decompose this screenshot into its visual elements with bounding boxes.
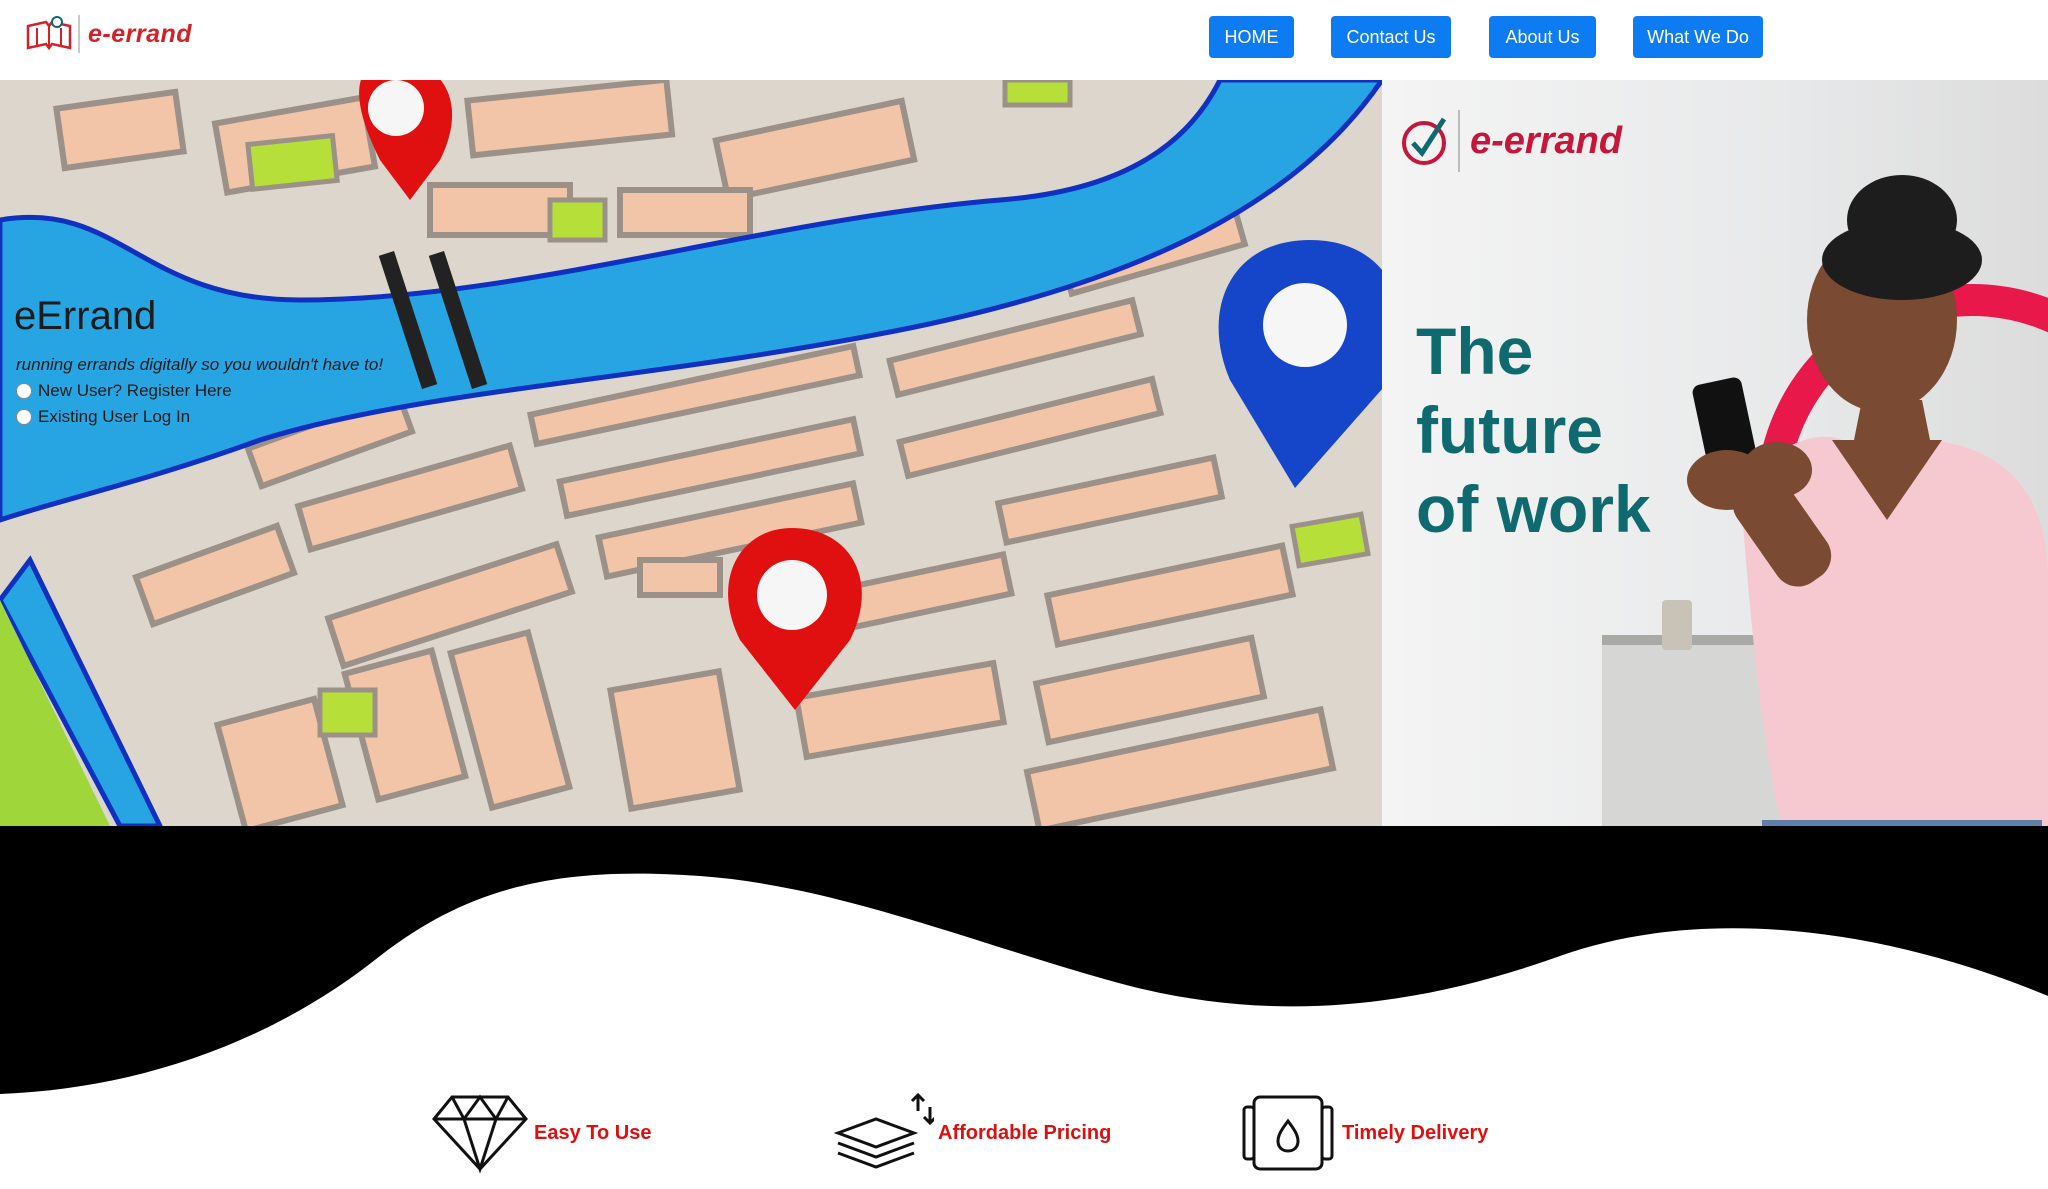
feature-easy-to-use: Easy To Use	[430, 1093, 651, 1173]
hero-title: eErrand	[14, 294, 157, 338]
hero-section: eErrand running errands digitally so you…	[0, 80, 1382, 826]
nav-contact-button[interactable]: Contact Us	[1331, 16, 1451, 58]
feature-affordable-pricing: Affordable Pricing	[834, 1093, 1111, 1173]
feature-timely-delivery: Timely Delivery	[1238, 1093, 1488, 1173]
logo-divider	[78, 15, 80, 53]
register-label: New User? Register Here	[38, 381, 232, 400]
login-option[interactable]: Existing User Log In	[16, 407, 190, 427]
register-radio[interactable]	[16, 383, 32, 399]
login-radio[interactable]	[16, 409, 32, 425]
feature-easy-to-use-label: Easy To Use	[534, 1121, 652, 1144]
register-option[interactable]: New User? Register Here	[16, 381, 232, 401]
checkmark-circle-icon	[1402, 117, 1447, 165]
nav-about-button[interactable]: About Us	[1489, 16, 1596, 58]
promo-banner: e-errand The future of work	[1382, 80, 2048, 826]
feature-timely-delivery-label: Timely Delivery	[1342, 1121, 1489, 1144]
nav-home-button[interactable]: HOME	[1209, 16, 1294, 58]
login-label: Existing User Log In	[38, 407, 191, 426]
promo-logo-divider	[1458, 110, 1460, 172]
woman-with-phone-illustration	[1602, 175, 2048, 826]
stack-arrows-icon	[834, 1093, 934, 1169]
feature-affordable-pricing-label: Affordable Pricing	[938, 1121, 1112, 1144]
diamond-icon	[432, 1094, 528, 1173]
promo-brand: e-errand	[1470, 119, 1623, 162]
hero-tagline: running errands digitally so you wouldn'…	[16, 355, 384, 374]
brand-name: e-errand	[88, 19, 193, 48]
promo-logo: e-errand	[1400, 110, 1622, 172]
city-map-illustration	[0, 80, 1382, 826]
top-navbar: e-errand HOME Contact Us About Us What W…	[0, 0, 2048, 80]
nav-what-we-do-button[interactable]: What We Do	[1633, 16, 1763, 58]
brand-logo[interactable]: e-errand	[24, 14, 192, 54]
book-logo-icon	[26, 16, 72, 51]
droplet-box-icon	[1242, 1095, 1334, 1171]
wave-divider	[0, 826, 2048, 1096]
